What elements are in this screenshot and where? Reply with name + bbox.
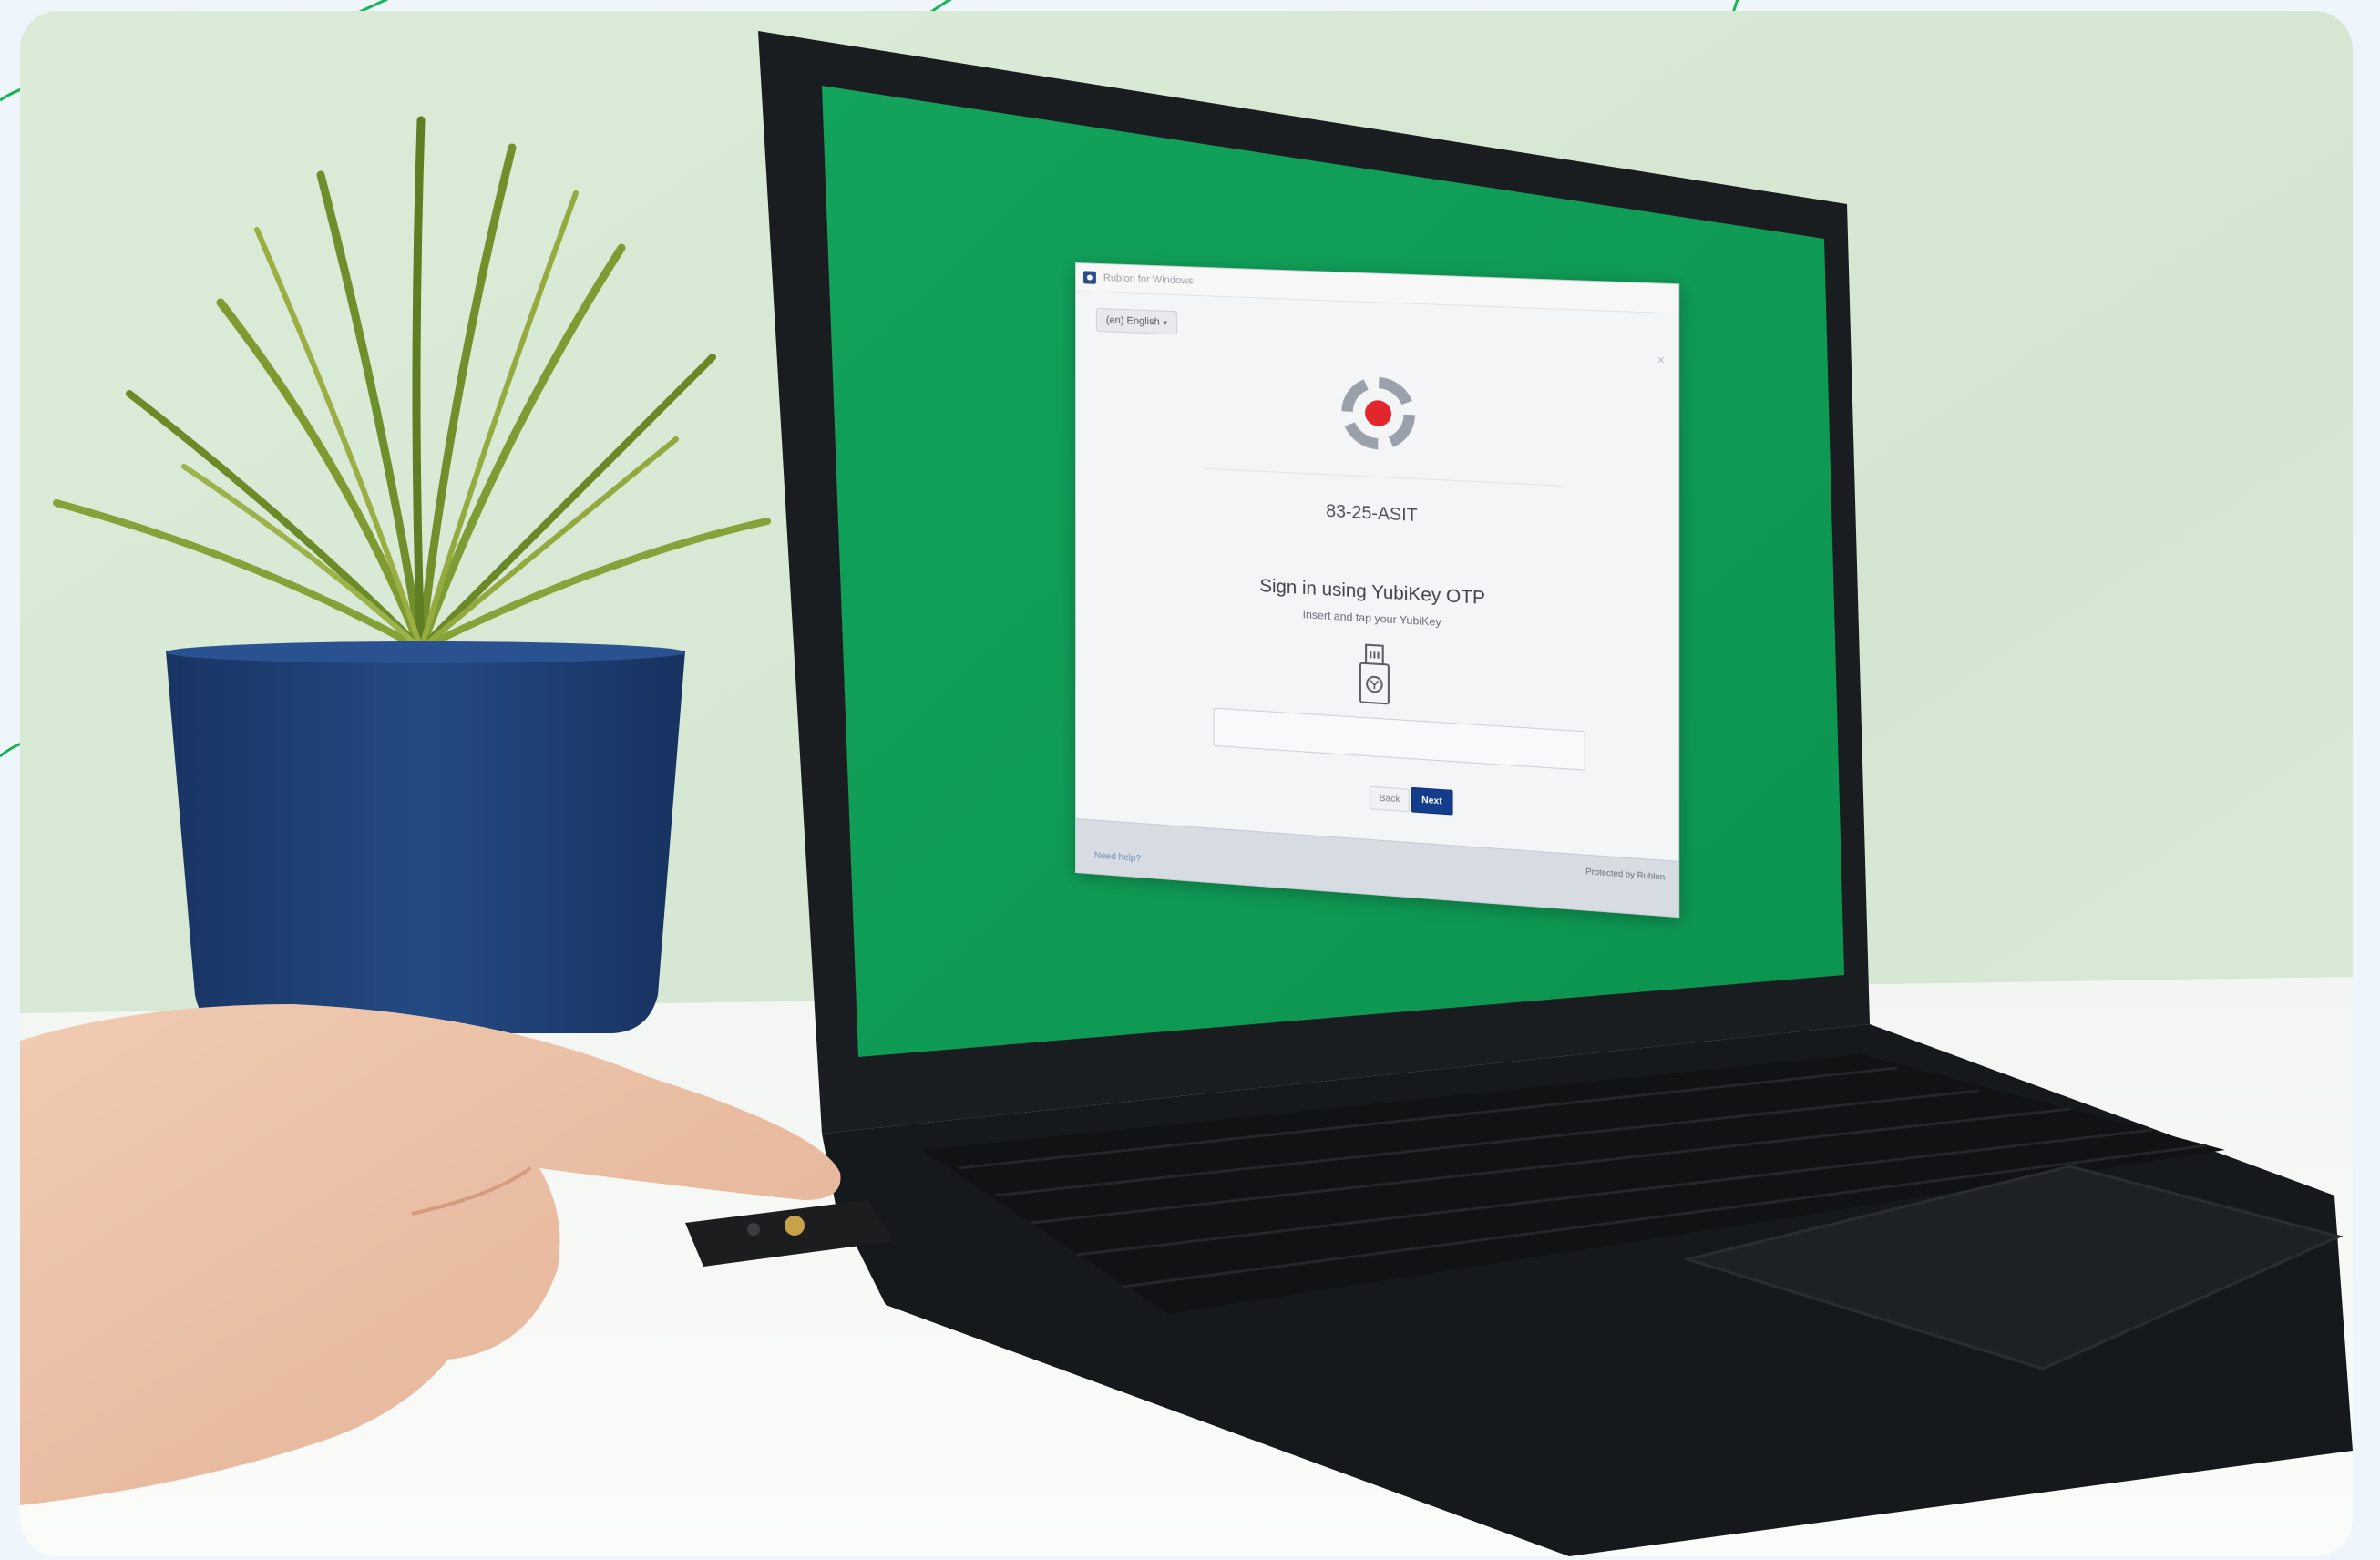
need-help-link[interactable]: Need help? (1094, 851, 1141, 865)
machine-name: 83-25-ASIT (1076, 489, 1678, 540)
yubikey-icon (1358, 642, 1391, 708)
screen-dialog-wrapper: Rublon for Windows × (en) English ▾ 83-25… (1075, 262, 1684, 924)
product-photo: Rublon for Windows × (en) English ▾ 83-25… (20, 11, 2353, 1556)
app-icon (1083, 271, 1096, 284)
language-label: (en) English (1106, 314, 1160, 327)
rublon-sign-in-dialog: Rublon for Windows × (en) English ▾ 83-25… (1075, 262, 1679, 918)
plant-pot (166, 651, 685, 1033)
close-icon[interactable]: × (1657, 352, 1665, 367)
chevron-down-icon: ▾ (1164, 319, 1167, 327)
divider (1204, 468, 1562, 487)
window-title: Rublon for Windows (1103, 272, 1194, 287)
rublon-logo-icon (1340, 375, 1416, 452)
otp-input[interactable] (1214, 708, 1585, 771)
language-select[interactable]: (en) English ▾ (1096, 308, 1177, 335)
protected-by-label: Protected by Rublon (1585, 867, 1665, 882)
back-button[interactable]: Back (1370, 786, 1410, 812)
next-button[interactable]: Next (1411, 787, 1452, 816)
